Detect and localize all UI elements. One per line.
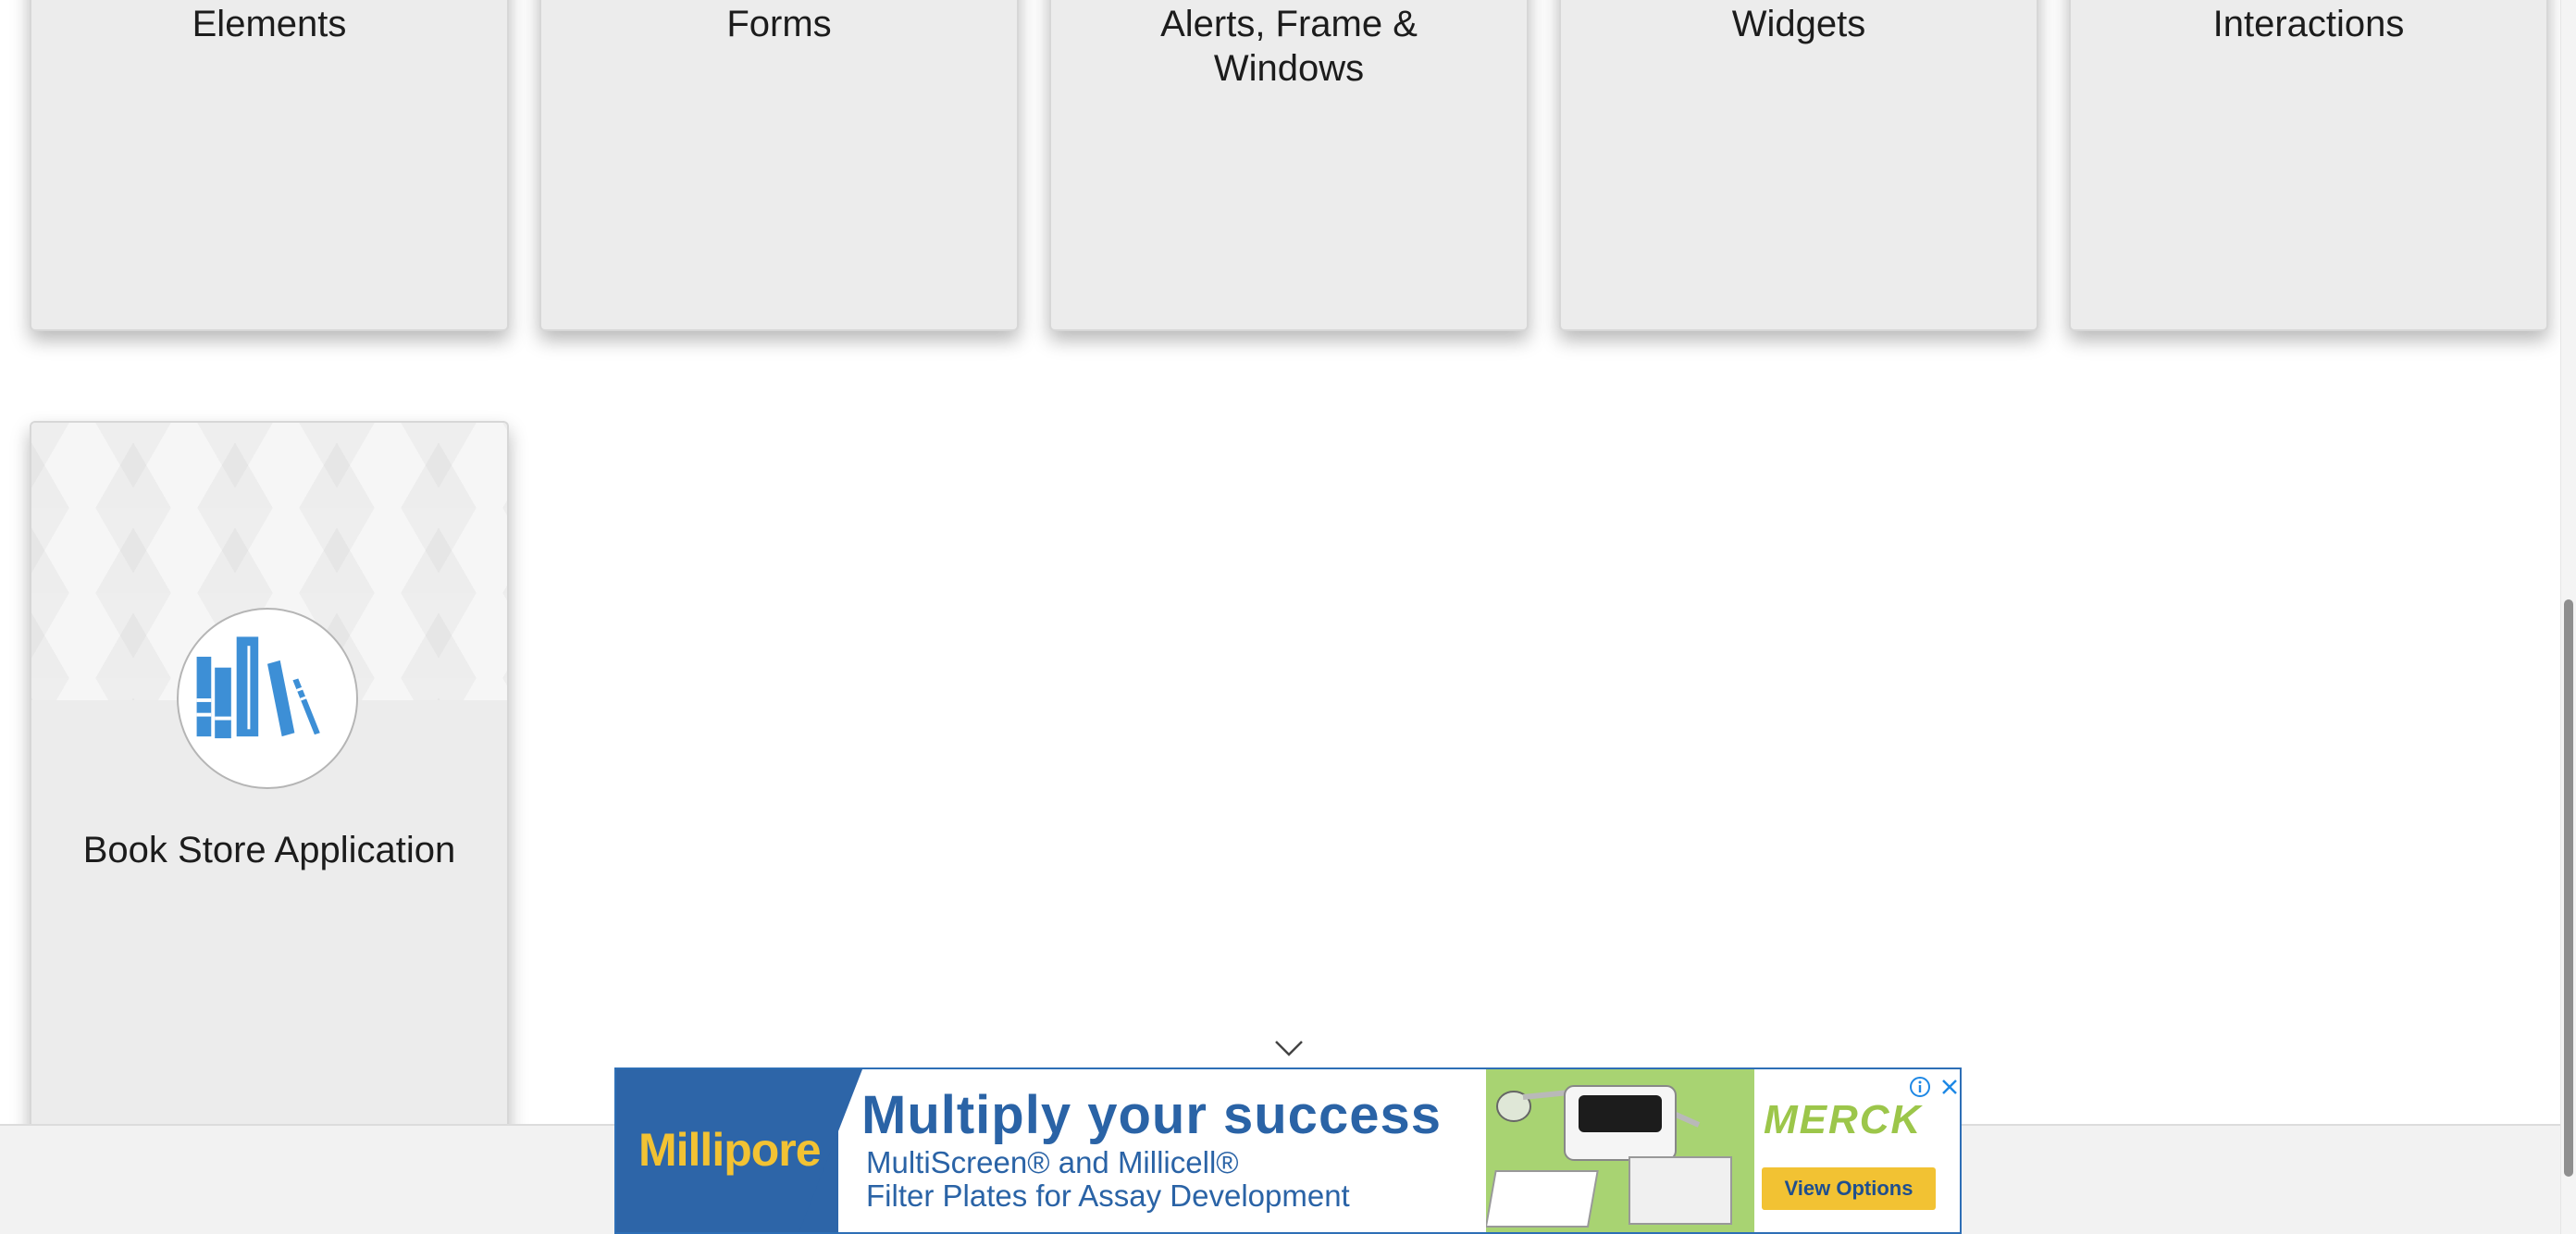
books-icon [177,608,358,789]
category-title: Elements [192,4,347,44]
category-card-elements[interactable]: Elements [30,0,509,331]
category-card-alerts-frame-windows[interactable]: Alerts, Frame & Windows [1049,0,1529,331]
category-card-widgets[interactable]: Widgets [1559,0,2038,331]
category-card-book-store[interactable]: Book Store Application [30,421,509,1161]
ad-product-image [1484,1069,1754,1232]
category-title: Forms [726,4,832,44]
chevron-down-icon[interactable] [1273,1037,1305,1059]
info-icon[interactable] [1908,1075,1932,1099]
category-title: Widgets [1731,4,1866,44]
category-card-forms[interactable]: Forms [539,0,1019,331]
category-title: Alerts, Frame & Windows [1160,4,1418,89]
ad-description: Filter Plates for Assay Development [866,1178,1350,1213]
ad-headline: Multiply your success [861,1085,1442,1145]
vertical-scrollbar[interactable] [2560,0,2576,1234]
ad-product-line: MultiScreen® and Millicell® [866,1145,1239,1179]
ad-sponsor-logo: MERCK [1764,1097,1923,1142]
close-icon[interactable] [1938,1075,1962,1099]
category-title: Interactions [2212,4,2405,44]
advertisement-banner[interactable]: Millipore Multiply your success MultiScr… [614,1067,1962,1234]
scrollbar-thumb[interactable] [2564,599,2573,1177]
ad-view-options-button[interactable]: View Options [1762,1167,1936,1210]
ad-brand-logo: Millipore [638,1124,822,1176]
category-title: Book Store Application [82,830,456,870]
page: Elements Forms Alerts, Frame & Windows W… [0,0,2576,1234]
category-card-interactions[interactable]: Interactions [2069,0,2548,331]
